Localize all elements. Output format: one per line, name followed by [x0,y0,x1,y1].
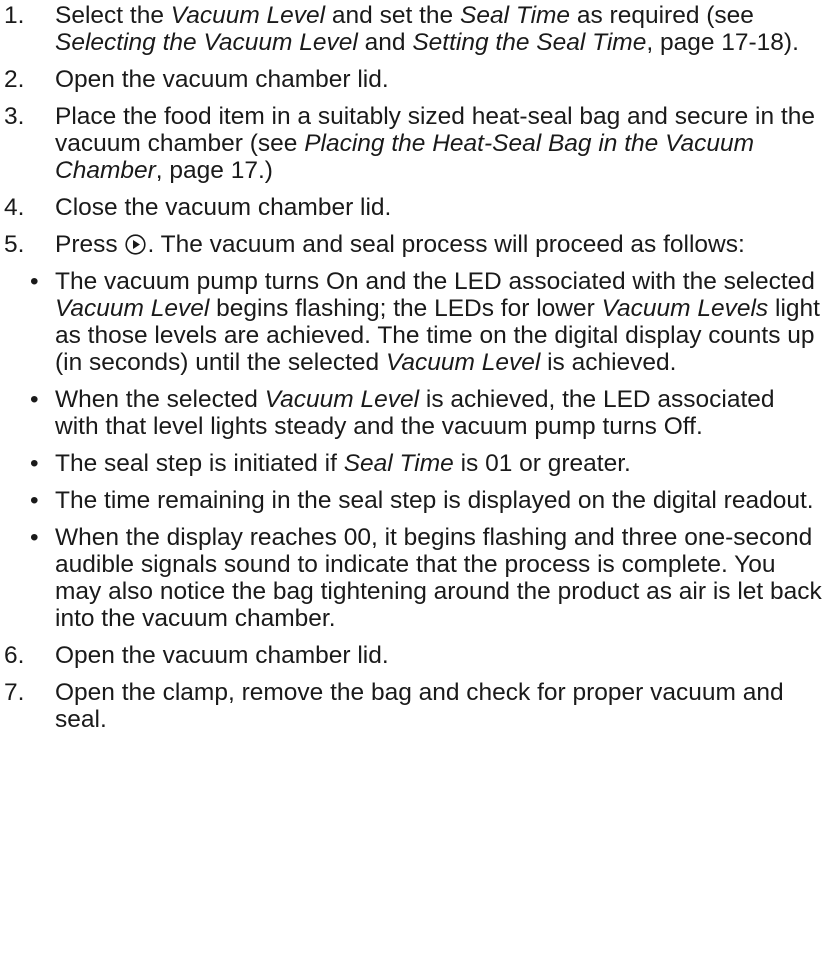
text-run: Press [55,231,125,258]
play-circle-icon [125,234,147,255]
text-run: . The vacuum and seal process will proce… [147,231,745,258]
text-run: as required (see [570,2,754,29]
italic-term: Vacuum Level [170,2,326,29]
italic-term: Vacuum Level [264,386,420,413]
text-run: The vacuum pump turns On and the LED ass… [55,268,815,295]
italic-term: Setting the Seal Time [412,29,647,56]
bullet-item: • The seal step is initiated if Seal Time… [0,450,826,477]
text-run: The seal step is initiated if [55,450,344,477]
italic-term: Vacuum Levels [601,295,769,322]
text-run: and set the [325,2,460,29]
bullet-item: • The vacuum pump turns On and the LED as… [0,268,826,376]
bullet-item: • When the display reaches 00, it begins … [0,524,826,632]
bullet-item: • When the selected Vacuum Level is achie… [0,386,826,440]
italic-term: Vacuum Level [55,295,210,322]
text-run: , page 17-18). [646,29,799,56]
step-number: 5. [4,231,25,258]
bullet-dot-icon: • [30,386,39,413]
text-run: The time remaining in the seal step is d… [55,487,814,514]
italic-term: Seal Time [343,450,454,477]
bullet-item: • The time remaining in the seal step is … [0,487,826,514]
text-run: is 01 or greater. [453,450,631,477]
bullet-dot-icon: • [30,524,39,551]
step-number: 4. [4,194,25,221]
text-run: is achieved. [540,349,677,376]
text-run: begins flashing; the LEDs for lower [209,295,602,322]
text-run: Select the [55,2,171,29]
text-run: Open the vacuum chamber lid. [55,66,389,93]
list-item: 6. Open the vacuum chamber lid. [0,642,826,669]
italic-term: Seal Time [459,2,571,29]
list-item: 5. Press . The vacuum and seal process wi… [0,231,826,258]
step-number: 3. [4,103,25,130]
step-number: 6. [4,642,25,669]
list-item: 2. Open the vacuum chamber lid. [0,66,826,93]
text-run: and [357,29,413,56]
text-run: When the display reaches 00, it begins f… [55,524,822,632]
step-number: 1. [4,2,25,29]
text-run: Open the clamp, remove the bag and check… [55,679,784,733]
list-item: 3. Place the food item in a suitably size… [0,103,826,184]
list-item: 4. Close the vacuum chamber lid. [0,194,826,221]
list-item: 1. Select the Vacuum Level and set the Se… [0,2,826,56]
italic-term: Vacuum Level [385,349,541,376]
text-run: When the selected [55,386,265,413]
list-item: 7. Open the clamp, remove the bag and che… [0,679,826,733]
bullet-dot-icon: • [30,268,39,295]
instruction-list: 1. Select the Vacuum Level and set the Se… [0,0,826,733]
italic-term: Selecting the Vacuum Level [55,29,358,56]
step-number: 2. [4,66,25,93]
bullet-dot-icon: • [30,450,39,477]
text-run: Close the vacuum chamber lid. [55,194,392,221]
step-number: 7. [4,679,25,706]
text-run: Open the vacuum chamber lid. [55,642,389,669]
bullet-dot-icon: • [30,487,39,514]
text-run: , page 17.) [155,157,273,184]
